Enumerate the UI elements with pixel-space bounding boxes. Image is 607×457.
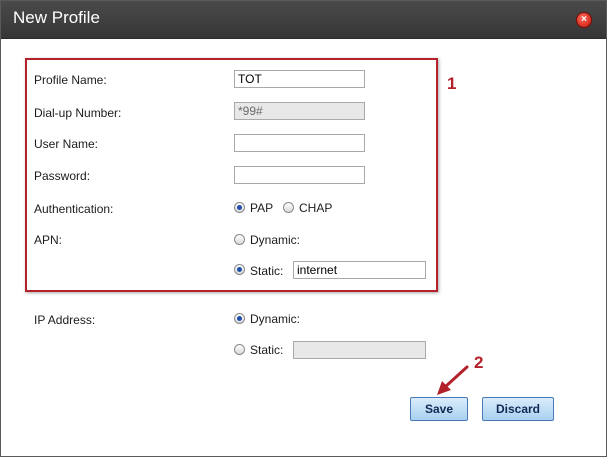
ip-static-label: Static:	[250, 343, 284, 357]
ip-static-input	[293, 341, 426, 359]
annotation-number-2: 2	[474, 353, 484, 372]
discard-button[interactable]: Discard	[482, 397, 554, 421]
annotation-number-1: 1	[447, 74, 457, 93]
close-icon[interactable]: ×	[576, 12, 592, 28]
new-profile-dialog: New Profile × Profile Name: Dial-up Numb…	[0, 0, 607, 457]
ip-address-label: IP Address:	[34, 313, 96, 327]
annotation-arrow-icon	[437, 365, 469, 395]
dialog-title: New Profile	[13, 8, 100, 27]
ip-dynamic-label: Dynamic:	[250, 312, 301, 326]
ip-static-radio[interactable]	[234, 344, 245, 355]
save-button[interactable]: Save	[410, 397, 468, 421]
dialog-titlebar: New Profile ×	[1, 1, 606, 39]
annotation-highlight-box	[25, 58, 438, 292]
ip-dynamic-radio[interactable]	[234, 313, 245, 324]
